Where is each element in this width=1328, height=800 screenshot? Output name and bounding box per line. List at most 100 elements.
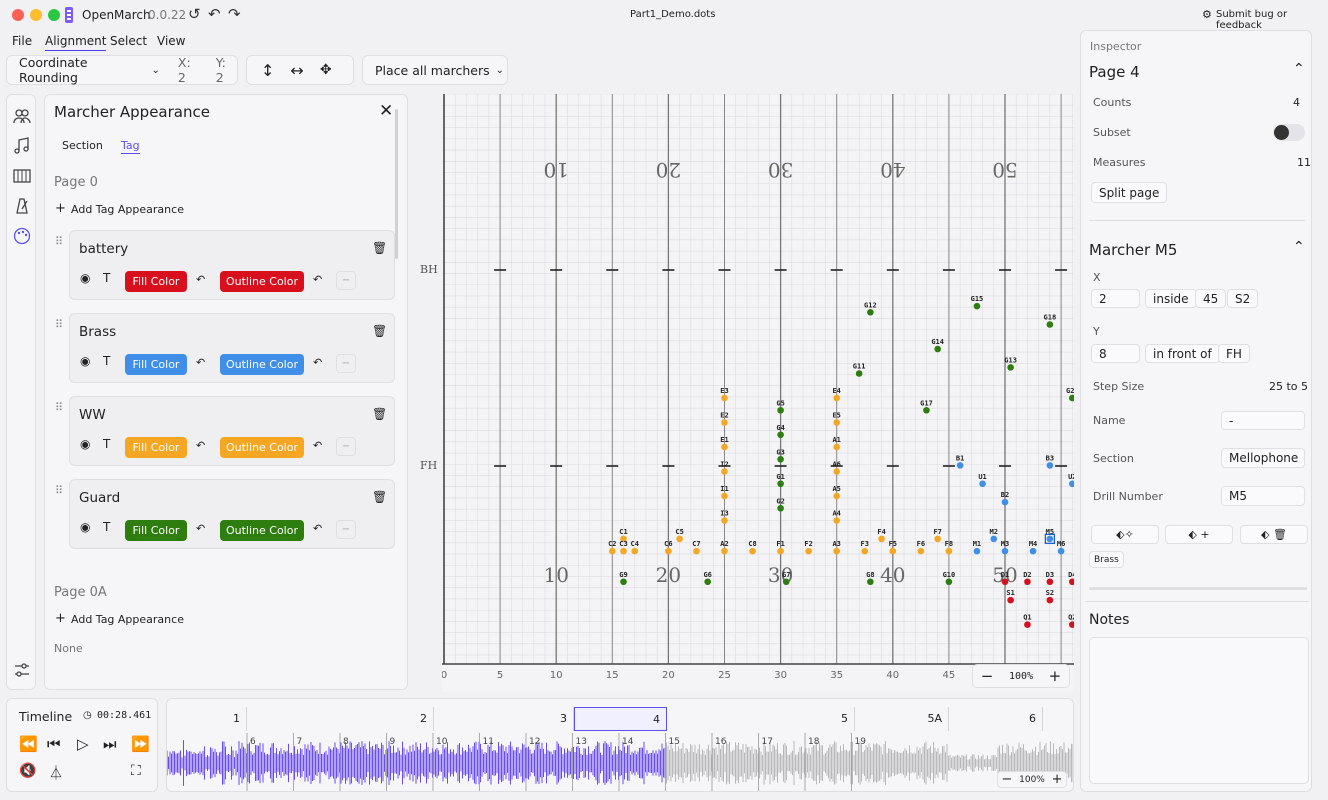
reset-outline-icon[interactable]: ↶ [313,522,322,535]
outline-color-button[interactable]: Outline Color [220,354,304,375]
marcher-dot[interactable] [1001,498,1009,506]
marcher-dot[interactable] [777,547,784,555]
reset-outline-icon[interactable]: ↶ [313,356,322,369]
marcher-dot[interactable] [1069,394,1074,402]
field-canvas[interactable]: 1010202030304040505005101520253035404550… [442,94,1074,692]
marcher-dot[interactable] [777,431,784,439]
eye-icon[interactable]: ◉ [80,437,90,451]
marcher-dot[interactable] [867,308,874,316]
marcher-dot[interactable] [1029,547,1037,555]
trash-icon[interactable]: 🗑 [372,490,387,504]
marcher-dot[interactable] [1046,596,1054,604]
marcher-dot[interactable] [805,547,812,555]
close-window-button[interactable] [12,9,24,21]
fill-color-button[interactable]: Fill Color [125,271,187,292]
x-steps-input[interactable]: 2 [1091,289,1140,308]
marcher-dot[interactable] [777,480,784,488]
zoom-in-icon[interactable]: + [1049,667,1062,685]
zoom-in-icon[interactable]: + [1052,772,1063,787]
marcher-dot[interactable] [956,462,964,469]
play-icon[interactable]: ▷ [77,735,89,753]
marcher-dot[interactable] [721,443,728,451]
eye-icon[interactable]: ◉ [80,354,90,368]
add-tag-appearance-button[interactable]: Add Tag Appearance [71,203,184,216]
eye-icon[interactable]: ◉ [80,271,90,285]
vertical-align-icon[interactable]: ↕ [261,61,274,80]
outline-color-button[interactable]: Outline Color [220,271,304,292]
plus-icon[interactable]: + [55,611,66,626]
remove-button[interactable]: − [336,271,356,290]
feedback-link[interactable]: Submit bug or feedback [1216,9,1328,31]
split-page-button[interactable]: Split page [1091,182,1168,203]
next-page-icon[interactable]: ⏭ [103,735,117,753]
marcher-dot[interactable] [833,517,840,524]
marcher-dot[interactable] [1024,578,1031,586]
marcher-dot[interactable] [833,394,840,402]
marcher-dot[interactable] [1046,321,1054,328]
marcher-dot[interactable] [833,492,840,500]
marcher-dot[interactable] [861,547,869,555]
zoom-out-icon[interactable]: − [981,667,994,685]
y-relation-select[interactable]: in front of [1145,344,1220,363]
marcher-dot[interactable] [721,492,728,500]
timeline-page-1[interactable]: 1 [167,707,247,731]
close-icon[interactable]: ✕ [379,101,393,121]
chevron-up-icon[interactable]: ⌃ [1293,61,1305,77]
trash-icon[interactable]: 🗑 [372,324,387,338]
tab-tag[interactable]: Tag [121,139,140,154]
marcher-dot[interactable] [721,547,728,555]
reset-fill-icon[interactable]: ↶ [196,273,205,286]
marcher-dot[interactable] [917,547,925,555]
trash-icon[interactable]: 🗑 [372,407,387,421]
marcher-dot[interactable] [676,535,683,543]
rewind-icon[interactable]: ⏪ [19,735,38,753]
marcher-dot[interactable] [923,406,930,414]
minimize-window-button[interactable] [30,9,42,21]
marcher-dot[interactable] [721,468,728,475]
field-svg[interactable]: 1010202030304040505005101520253035404550… [442,94,1074,692]
marcher-dot[interactable] [620,578,627,586]
fast-forward-icon[interactable]: ⏩ [131,735,150,753]
settings-sliders-icon[interactable] [13,661,31,679]
remove-button[interactable]: − [336,354,356,373]
menu-select[interactable]: Select [110,34,147,48]
x-yard-select[interactable]: 45 [1195,289,1227,308]
add-tag-appearance-button-2[interactable]: Add Tag Appearance [71,613,184,626]
delete-tag-button[interactable]: ⬖ 🗑 [1240,525,1308,544]
previous-page-icon[interactable]: ⏮ [47,735,61,753]
marcher-dot[interactable] [721,517,728,524]
marcher-dot[interactable] [833,468,840,475]
marcher-dot[interactable] [1046,462,1054,469]
tag-magic-button[interactable]: ⬖✧ [1091,525,1159,544]
reset-fill-icon[interactable]: ↶ [196,356,205,369]
fill-color-button[interactable]: Fill Color [125,520,187,541]
place-all-marchers-dropdown[interactable]: Place all marchers [375,63,490,78]
marcher-dot[interactable] [620,547,627,555]
distribute-icon[interactable]: ✥ [320,62,332,78]
marcher-dot[interactable] [1069,480,1074,488]
reset-fill-icon[interactable]: ↶ [196,439,205,452]
marcher-dot[interactable] [1007,596,1014,604]
tag-chip[interactable]: Brass [1089,551,1124,568]
chevron-up-icon[interactable]: ⌃ [1293,239,1305,255]
timeline-page-6[interactable]: 6 [949,707,1043,731]
text-icon[interactable]: T [103,271,110,285]
marcher-dot[interactable] [631,547,639,555]
timeline-page-4[interactable]: 4 [574,707,667,731]
marcher-dot[interactable] [1046,578,1054,586]
notes-textarea[interactable] [1089,637,1309,784]
marcher-dot[interactable] [990,535,998,543]
menu-alignment[interactable]: Alignment [45,34,107,51]
drag-handle-icon[interactable]: ⠿ [55,318,63,331]
metronome-icon[interactable]: ⏃ [49,763,63,783]
menu-view[interactable]: View [157,34,185,48]
name-input[interactable]: - [1221,411,1305,430]
marcher-dot[interactable] [609,547,616,555]
drag-handle-icon[interactable]: ⠿ [55,235,63,248]
fill-color-button[interactable]: Fill Color [125,437,187,458]
history-icon[interactable]: ↺ [188,5,201,23]
palette-icon[interactable] [13,227,31,245]
marcher-dot[interactable] [945,578,953,586]
marcher-dot[interactable] [777,406,784,414]
fill-color-button[interactable]: Fill Color [125,354,187,375]
